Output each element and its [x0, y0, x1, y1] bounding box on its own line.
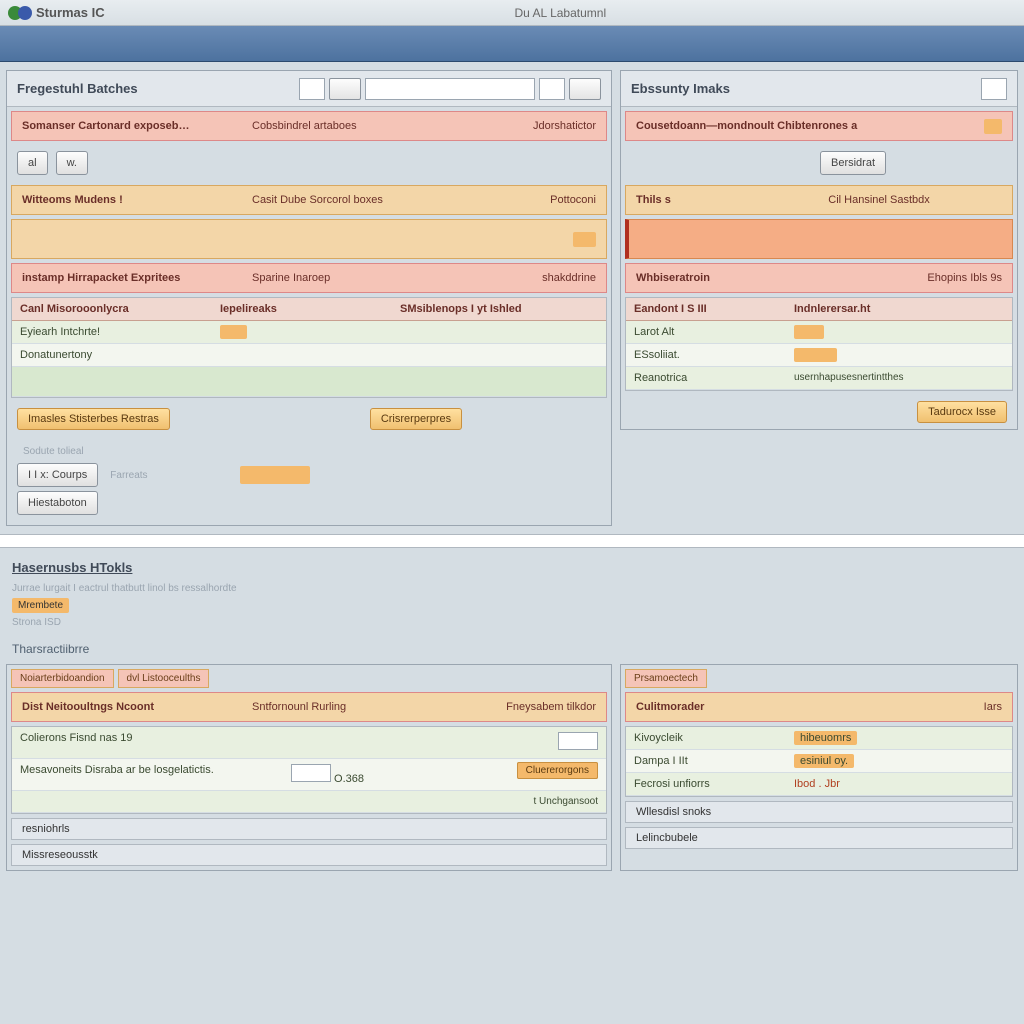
bl-row-0[interactable]: Colierons Fisnd nas 19	[12, 727, 606, 759]
br-row-1[interactable]: Dampa I IIt esiniul oy.	[626, 750, 1012, 773]
right-sub-hdr-a: Whbiseratroin	[636, 272, 796, 284]
right-row-1[interactable]: Cousetdoann—mondnoult Chibtenrones a	[625, 111, 1013, 141]
left-sub-col-b: Iepelireaks	[212, 298, 392, 320]
right-row-2[interactable]: Thils s Cil Hansinel Sastbdx	[625, 185, 1013, 215]
bottom-sub1: Jurrae lurgait I eactrul thatbutt linol …	[6, 581, 1018, 596]
left-row-1[interactable]: Somanser Cartonard exposeb… Cobsbindrel …	[11, 111, 607, 141]
link-crisrer[interactable]: Crisrerperpres	[370, 408, 462, 430]
bottom-sub3: Tharsractiibrre	[6, 640, 1018, 658]
footer-chip	[240, 466, 310, 484]
right-panel-header: Ebssunty Imaks	[621, 71, 1017, 107]
horizontal-divider	[0, 534, 1024, 548]
bottom-right-panel: Prsamoectech Culitmorader Iars Kivoyclei…	[620, 664, 1018, 871]
chip-icon	[573, 232, 596, 247]
left-row-1-c2: Cobsbindrel artaboes	[252, 120, 452, 132]
link-tadurocx[interactable]: Tadurocx Isse	[917, 401, 1007, 423]
left-sub-row-0[interactable]: Eyiearh Intchrte!	[12, 321, 606, 344]
left-footer: Sodute tolieal I I x: Courps Farreats Hi…	[7, 436, 611, 525]
left-panel: Fregestuhl Batches Somanser Cartonard ex…	[6, 70, 612, 526]
bl-row-1[interactable]: Mesavoneits Disraba ar be losgelatictis.…	[12, 759, 606, 791]
bl-row-2[interactable]: t Unchgansoot	[12, 791, 606, 813]
left-links: Imasles Stisterbes Restras Crisrerperpre…	[7, 402, 611, 436]
left-row-1-c3: Jdorshatictor	[452, 120, 596, 132]
left-sub-hdr-b: Sparine Inaroep	[252, 272, 452, 284]
left-row-2b	[11, 219, 607, 259]
title-bar: Sturmas IC Du AL Labatumnl	[0, 0, 1024, 26]
input-a[interactable]	[558, 732, 598, 750]
bottom-left-row: Dist Neitooultngs Ncoont Sntfornounl Rur…	[11, 692, 607, 722]
br-row-0[interactable]: Kivoycleik hibeuomrs	[626, 727, 1012, 750]
toolbar-btn-b[interactable]	[569, 78, 601, 100]
right-panel-title: Ebssunty Imaks	[631, 81, 730, 96]
bl-foot-0: resniohrls	[11, 818, 607, 840]
left-row-1-c1: Somanser Cartonard exposeb…	[22, 120, 252, 132]
bottom-title: Hasernusbs HTokls	[6, 554, 1018, 581]
left-sub-col-a: Canl Misorooonlycra	[12, 298, 212, 320]
toolbar-input-a[interactable]	[299, 78, 325, 100]
left-subgrid: Canl Misorooonlycra Iepelireaks SMsiblen…	[11, 297, 607, 398]
left-sub-col-c: SMsiblenops I yt Ishled	[392, 298, 606, 320]
left-row-2-c2: Casit Dube Sorcorol boxes	[252, 194, 452, 206]
app-title: Sturmas IC	[36, 5, 105, 20]
left-sub-row-0-a: Eyiearh Intchrte!	[12, 321, 212, 343]
left-sub-hdr: instamp Hirrapacket Expritees Sparine In…	[11, 263, 607, 293]
brtab-0[interactable]: Prsamoectech	[625, 669, 707, 688]
left-sub-hdr-a: instamp Hirrapacket Expritees	[22, 272, 252, 284]
left-sub-row-1[interactable]: Donatunertony	[12, 344, 606, 367]
warning-chip-icon	[984, 119, 1002, 134]
link-imasles[interactable]: Imasles Stisterbes Restras	[17, 408, 170, 430]
left-sub-row-2	[12, 367, 606, 397]
footer-caption: Farreats	[104, 468, 153, 483]
left-btn-al[interactable]: al	[17, 151, 48, 175]
right-row-1-c1: Cousetdoann—mondnoult Chibtenrones a	[636, 120, 984, 132]
bottom-section: Hasernusbs HTokls Jurrae lurgait I eactr…	[0, 548, 1024, 885]
footer-btn-hiesta[interactable]: Hiestaboton	[17, 491, 98, 515]
right-sub-hdr: Whbiseratroin Ehopins Ibls 9s	[625, 263, 1013, 293]
br-row-2[interactable]: Fecrosi unfiorrs Ibod . Jbr	[626, 773, 1012, 796]
left-sub-hdr-c: shakddrine	[452, 272, 596, 284]
right-row-2-c1: Thils s	[636, 194, 756, 206]
toolbar-input-b[interactable]	[539, 78, 565, 100]
left-row-2-c3: Pottoconi	[452, 194, 596, 206]
right-subgrid: Eandont I S III Indnlerersar.ht Larot Al…	[625, 297, 1013, 391]
left-footer-label: Sodute tolieal	[17, 444, 601, 459]
toolbar-search[interactable]	[365, 78, 535, 100]
toolbar-btn-a[interactable]	[329, 78, 361, 100]
right-sub-col-a: Eandont I S III	[626, 298, 786, 320]
bottom-sub2: Strona ISD	[6, 615, 1018, 630]
right-sub-row-0[interactable]: Larot Alt	[626, 321, 1012, 344]
left-row-2-c1: Witteoms Mudens !	[22, 194, 252, 206]
right-sub-row-1[interactable]: ESsoliiat.	[626, 344, 1012, 367]
bottom-left-panel: Noiarterbidoandion dvl Listooceulths Dis…	[6, 664, 612, 871]
right-sub-hdr-b: Ehopins Ibls 9s	[796, 272, 1002, 284]
btab-0[interactable]: Noiarterbidoandion	[11, 669, 114, 688]
right-panel: Ebssunty Imaks Cousetdoann—mondnoult Chi…	[620, 70, 1018, 430]
left-btn-w[interactable]: w.	[56, 151, 88, 175]
bottom-right-grid: Kivoycleik hibeuomrs Dampa I IIt esiniul…	[625, 726, 1013, 797]
logo-blue-icon	[18, 6, 32, 20]
btn-cluerer[interactable]: Cluererorgons	[517, 762, 598, 779]
right-sub-row-2[interactable]: Reanotrica usernhapusesnertintthes	[626, 367, 1012, 390]
ribbon	[0, 26, 1024, 62]
left-row-2[interactable]: Witteoms Mudens ! Casit Dube Sorcorol bo…	[11, 185, 607, 215]
bottom-left-grid: Colierons Fisnd nas 19 Mesavoneits Disra…	[11, 726, 607, 814]
right-btn-bersidrat[interactable]: Bersidrat	[820, 151, 886, 175]
bl-foot-1: Missreseousstk	[11, 844, 607, 866]
right-tool-a[interactable]	[981, 78, 1007, 100]
bottom-chip[interactable]: Mrembete	[12, 598, 69, 613]
input-b[interactable]	[291, 764, 331, 782]
btab-1[interactable]: dvl Listooceulths	[118, 669, 210, 688]
left-sub-row-1-a: Donatunertony	[12, 344, 212, 366]
window-subtitle: Du AL Labatumnl	[105, 6, 1016, 20]
right-row-2-c2: Cil Hansinel Sastbdx	[756, 194, 1002, 206]
left-panel-title: Fregestuhl Batches	[17, 81, 138, 96]
footer-btn-courps[interactable]: I I x: Courps	[17, 463, 98, 487]
left-panel-header: Fregestuhl Batches	[7, 71, 611, 107]
right-sub-col-b: Indnlerersar.ht	[786, 298, 1012, 320]
right-row-2b	[625, 219, 1013, 259]
bottom-right-row: Culitmorader Iars	[625, 692, 1013, 722]
br-foot-0: Wllesdisl snoks	[625, 801, 1013, 823]
br-foot-1: Lelincbubele	[625, 827, 1013, 849]
